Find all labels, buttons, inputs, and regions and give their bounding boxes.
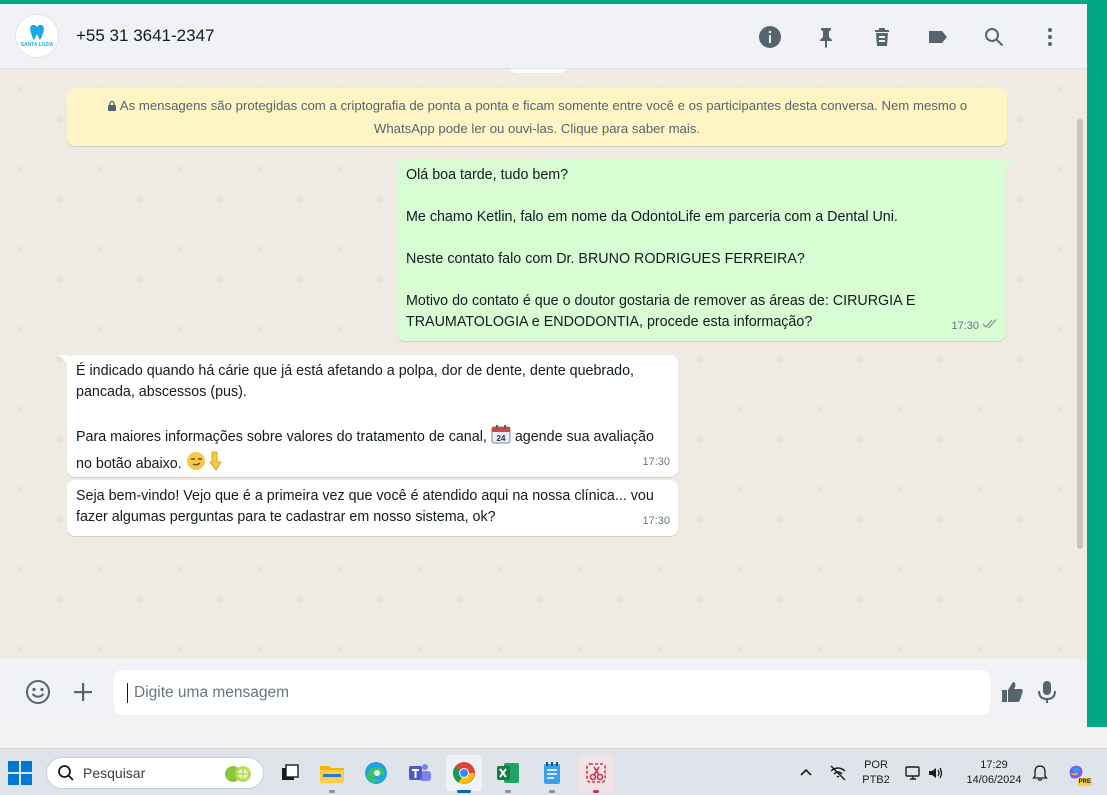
scrollbar[interactable] xyxy=(1077,119,1083,549)
thumbs-up-icon[interactable] xyxy=(997,677,1027,707)
info-icon[interactable] xyxy=(753,20,787,54)
app-indicator xyxy=(593,790,599,793)
message-meta: 17:30 xyxy=(642,452,670,473)
encryption-notice[interactable]: As mensagens são protegidas com a cripto… xyxy=(67,88,1007,146)
emoji-icon[interactable] xyxy=(23,677,53,707)
message-paragraph: Neste contato falo com Dr. BRUNO RODRIGU… xyxy=(406,251,805,267)
message-paragraph: Me chamo Ketlin, falo em nome da OdontoL… xyxy=(406,209,898,225)
clock-time: 17:29 xyxy=(980,759,1008,771)
file-explorer-icon[interactable] xyxy=(314,755,350,793)
bubble-tail xyxy=(59,355,69,365)
message-time: 17:30 xyxy=(951,320,979,332)
message-composer xyxy=(0,659,1087,727)
teams-icon[interactable] xyxy=(402,755,438,791)
message-time: 17:30 xyxy=(642,456,670,468)
keyboard-layout: PTB2 xyxy=(862,774,890,786)
excel-icon[interactable] xyxy=(490,755,526,793)
app-indicator xyxy=(505,790,511,793)
date-pill xyxy=(510,69,566,73)
display-network-icon[interactable] xyxy=(904,763,924,783)
bubble-tail xyxy=(1004,159,1014,169)
notification-bell-icon[interactable] xyxy=(1030,763,1050,783)
lock-icon xyxy=(107,100,116,111)
conversation-panel[interactable]: As mensagens são protegidas com a cripto… xyxy=(0,69,1087,659)
message-meta: 17:30 xyxy=(642,511,670,532)
message-input[interactable] xyxy=(134,683,954,702)
label-icon[interactable] xyxy=(921,20,955,54)
windows-taskbar: Pesquisar POR PTB2 17:29 14/06/2024 PRE xyxy=(0,748,1107,795)
message-input-box[interactable] xyxy=(114,670,990,715)
message-paragraph: Olá boa tarde, tudo bem? xyxy=(406,167,569,183)
notepad-icon[interactable] xyxy=(534,755,570,793)
header-actions xyxy=(753,4,1067,69)
microphone-icon[interactable] xyxy=(1032,677,1062,707)
message-time: 17:30 xyxy=(642,515,670,527)
taskbar-search[interactable]: Pesquisar xyxy=(46,757,264,789)
app-indicator xyxy=(549,790,555,793)
volume-icon[interactable] xyxy=(926,763,946,783)
no-network-icon[interactable] xyxy=(828,763,848,783)
edge-browser-icon[interactable] xyxy=(358,755,394,791)
app-indicator xyxy=(457,790,471,793)
clock[interactable]: 17:29 14/06/2024 xyxy=(958,758,1030,788)
message-text: Para maiores informações sobre valores d… xyxy=(76,429,487,445)
taskbar-search-label: Pesquisar xyxy=(83,765,146,781)
message-paragraph: Motivo do contato é que o doutor gostari… xyxy=(406,293,920,330)
calendar-emoji-icon: 24 xyxy=(491,424,511,451)
copilot-pre-badge: PRE xyxy=(1077,778,1092,786)
smirk-pointing-down-emoji-icon xyxy=(186,451,228,478)
task-view-icon[interactable] xyxy=(272,755,308,791)
incoming-message[interactable]: Seja bem-vindo! Vejo que é a primeira ve… xyxy=(67,480,678,536)
snipping-tool-icon[interactable] xyxy=(578,755,614,793)
avatar-brand-text: SANTA LUZIA xyxy=(20,42,54,48)
message-meta: 17:30 xyxy=(951,316,998,337)
outgoing-message[interactable]: Olá boa tarde, tudo bem? Me chamo Ketlin… xyxy=(397,159,1014,341)
window-side-strip xyxy=(1087,4,1107,727)
search-highlight-lime-icon xyxy=(225,766,251,782)
encryption-notice-text: As mensagens são protegidas com a cripto… xyxy=(119,98,968,136)
message-paragraph: Seja bem-vindo! Vejo que é a primeira ve… xyxy=(76,488,658,525)
search-icon[interactable] xyxy=(977,20,1011,54)
delete-icon[interactable] xyxy=(865,20,899,54)
windows-start-icon[interactable] xyxy=(8,761,32,785)
chat-header: SANTA LUZIA +55 31 3641-2347 xyxy=(0,4,1087,69)
tooth-logo-icon xyxy=(30,24,44,40)
contact-avatar[interactable]: SANTA LUZIA xyxy=(15,14,59,58)
pin-icon[interactable] xyxy=(809,20,843,54)
incoming-message[interactable]: É indicado quando há cárie que já está a… xyxy=(59,355,678,478)
search-icon xyxy=(58,765,74,781)
message-paragraph: Para maiores informações sobre valores d… xyxy=(76,424,668,478)
copilot-icon[interactable]: PRE xyxy=(1064,760,1092,786)
app-indicator xyxy=(329,790,335,793)
clock-date: 14/06/2024 xyxy=(966,774,1022,786)
contact-name[interactable]: +55 31 3641-2347 xyxy=(76,26,215,46)
text-caret xyxy=(127,682,128,703)
attach-plus-icon[interactable] xyxy=(68,677,98,707)
keyboard-language[interactable]: POR PTB2 xyxy=(856,758,896,788)
menu-icon[interactable] xyxy=(1033,20,1067,54)
message-paragraph: É indicado quando há cárie que já está a… xyxy=(76,363,639,400)
chrome-browser-icon[interactable] xyxy=(446,755,482,793)
read-receipt-icon xyxy=(982,316,998,337)
svg-text:24: 24 xyxy=(496,434,505,443)
language-code: POR xyxy=(864,759,888,771)
window-bottom-gap xyxy=(0,727,1107,748)
chevron-up-icon[interactable] xyxy=(796,763,816,783)
